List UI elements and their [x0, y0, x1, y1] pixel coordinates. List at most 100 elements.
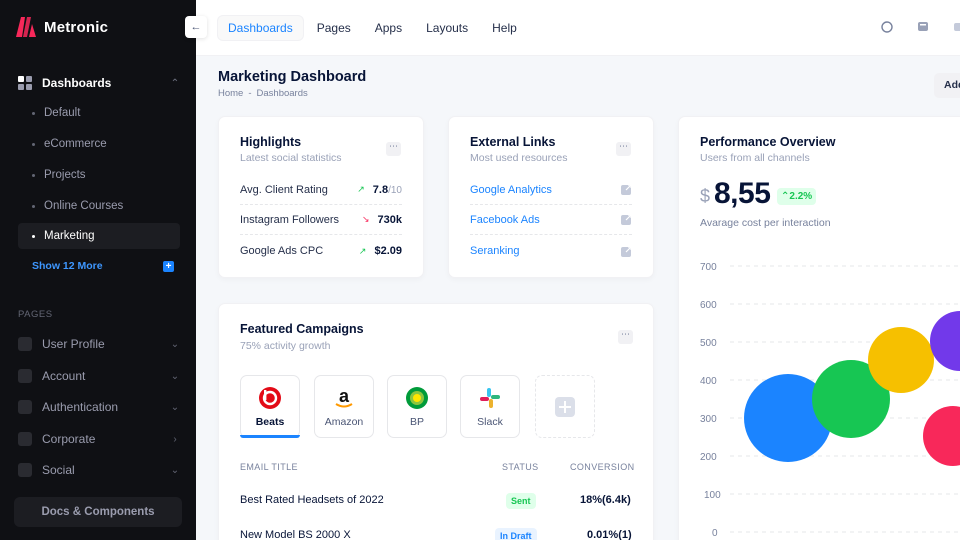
campaign-tab-amazon[interactable]: a Amazon — [314, 375, 374, 438]
external-link-icon — [621, 184, 632, 195]
sidebar-subitem-projects[interactable]: Projects — [18, 162, 180, 188]
email-title[interactable]: Best Rated Headsets of 2022 — [240, 494, 384, 506]
link-facebook-ads[interactable]: Facebook Ads — [470, 214, 540, 226]
campaign-tab-label: Slack — [477, 416, 503, 428]
bubble-yellow[interactable] — [868, 327, 934, 393]
settings-icon — [18, 369, 32, 383]
campaign-tab-bp[interactable]: BP — [387, 375, 447, 438]
card-subtitle: Latest social statistics — [240, 152, 342, 164]
sidebar-item-label: Social — [42, 463, 75, 477]
search-icon[interactable] — [880, 20, 894, 34]
external-link-row[interactable]: Facebook Ads — [470, 205, 632, 235]
more-options-icon[interactable]: ⋯ — [618, 330, 633, 344]
arrow-down-icon: ↘ — [361, 214, 370, 224]
breadcrumb-home[interactable]: Home — [218, 88, 243, 99]
bullet-icon — [32, 204, 35, 208]
user-icon — [18, 337, 32, 351]
chevron-up-icon: ⌃ — [170, 77, 180, 89]
sidebar-toggle-button[interactable]: ← — [185, 16, 207, 38]
bullet-icon — [32, 234, 35, 238]
sidebar-subitem-label: Default — [44, 107, 81, 119]
amazon-logo-icon: a — [335, 386, 353, 408]
external-link-row[interactable]: Seranking — [470, 236, 632, 266]
sidebar-item-label: Corporate — [42, 432, 96, 446]
performance-value: 8,55 — [714, 177, 771, 210]
conversion-value: 0.01%(1) — [587, 529, 632, 540]
menu-layouts[interactable]: Layouts — [416, 16, 478, 40]
sidebar-item-corporate[interactable]: Corporate › — [18, 426, 180, 452]
card-subtitle: Most used resources — [470, 152, 568, 164]
brand-logo[interactable]: Metronic — [14, 16, 108, 38]
y-tick: 100 — [704, 490, 721, 501]
campaign-tab-beats[interactable]: Beats — [240, 375, 300, 438]
y-tick: 300 — [700, 414, 717, 425]
sidebar-subitem-label: eCommerce — [44, 138, 107, 150]
external-link-icon — [621, 214, 632, 225]
chevron-right-icon: › — [173, 433, 177, 445]
sidebar-subitem-marketing[interactable]: Marketing — [18, 223, 180, 249]
menu-pages[interactable]: Pages — [307, 16, 361, 40]
chat-icon[interactable] — [916, 20, 930, 34]
campaign-tab-slack[interactable]: Slack — [460, 375, 520, 438]
add-button[interactable]: Add — [934, 73, 960, 98]
menu-apps[interactable]: Apps — [365, 16, 412, 40]
highlight-row: Google Ads CPC ↗ $2.09 — [240, 236, 402, 266]
add-campaign-button[interactable] — [535, 375, 595, 438]
sidebar-item-user-profile[interactable]: User Profile ⌄ — [18, 331, 180, 357]
metronic-logo-icon — [16, 17, 36, 37]
sidebar-subitem-ecommerce[interactable]: eCommerce — [18, 131, 180, 157]
sidebar-subitem-online-courses[interactable]: Online Courses — [18, 193, 180, 219]
beats-logo-icon — [259, 387, 281, 409]
sidebar-item-dashboards[interactable]: Dashboards ⌃ — [18, 70, 180, 96]
page-title: Marketing Dashboard — [218, 69, 367, 85]
column-header-conversion: CONVERSION — [570, 462, 635, 472]
show-more-label: Show 12 More — [32, 260, 103, 272]
svg-text:a: a — [339, 386, 350, 406]
campaign-tab-label: BP — [409, 416, 424, 428]
chevron-down-icon: ⌄ — [170, 464, 180, 476]
chevron-down-icon: ⌄ — [170, 338, 180, 350]
sidebar-item-account[interactable]: Account ⌄ — [18, 363, 180, 389]
bullet-icon — [32, 111, 35, 115]
link-seranking[interactable]: Seranking — [470, 245, 520, 257]
show-more-link[interactable]: Show 12 More + — [32, 260, 174, 272]
card-subtitle: 75% activity growth — [240, 340, 331, 352]
sidebar-item-authentication[interactable]: Authentication ⌄ — [18, 394, 180, 420]
bubble-red[interactable] — [923, 406, 960, 466]
sidebar: Metronic Dashboards ⌃ Default eCommerce … — [0, 0, 196, 540]
plus-icon: + — [163, 260, 174, 272]
arrow-left-icon: ← — [190, 21, 202, 33]
brand-name: Metronic — [44, 18, 109, 36]
y-tick: 200 — [700, 452, 717, 463]
email-title[interactable]: New Model BS 2000 X — [240, 529, 351, 540]
sidebar-item-label: Authentication — [42, 400, 119, 414]
lock-icon — [18, 400, 32, 414]
card-title: Featured Campaigns — [240, 322, 364, 336]
sidebar-item-label: Account — [42, 369, 86, 383]
sidebar-subitem-label: Projects — [44, 169, 86, 181]
status-badge: In Draft — [495, 528, 537, 540]
link-google-analytics[interactable]: Google Analytics — [470, 184, 552, 196]
bp-logo-icon — [406, 387, 428, 409]
sidebar-subitem-label: Marketing — [44, 230, 95, 242]
more-options-icon[interactable]: ⋯ — [616, 142, 631, 156]
chevron-down-icon: ⌄ — [170, 370, 180, 382]
highlight-row: Instagram Followers ↘ 730k — [240, 205, 402, 235]
main-menu: Dashboards Pages Apps Layouts Help — [218, 16, 527, 40]
more-options-icon[interactable]: ⋯ — [386, 142, 401, 156]
external-links-card: External Links Most used resources ⋯ Goo… — [448, 116, 654, 278]
bubble-chart: 700 600 500 400 300 200 100 0 — [700, 262, 960, 539]
external-link-row[interactable]: Google Analytics — [470, 175, 632, 205]
menu-dashboards[interactable]: Dashboards — [218, 16, 303, 40]
add-button-label: Add — [944, 79, 960, 91]
apps-icon[interactable] — [952, 20, 960, 34]
slack-logo-icon — [480, 388, 500, 408]
section-label: PAGES — [18, 309, 53, 320]
bubble-purple[interactable] — [930, 311, 960, 371]
chevron-down-icon: ⌄ — [170, 401, 180, 413]
menu-help[interactable]: Help — [482, 16, 527, 40]
sidebar-item-social[interactable]: Social ⌄ — [18, 457, 180, 483]
arrow-up-icon: ↗ — [358, 245, 367, 256]
sidebar-subitem-default[interactable]: Default — [18, 100, 180, 126]
docs-components-button[interactable]: Docs & Components — [14, 497, 182, 527]
